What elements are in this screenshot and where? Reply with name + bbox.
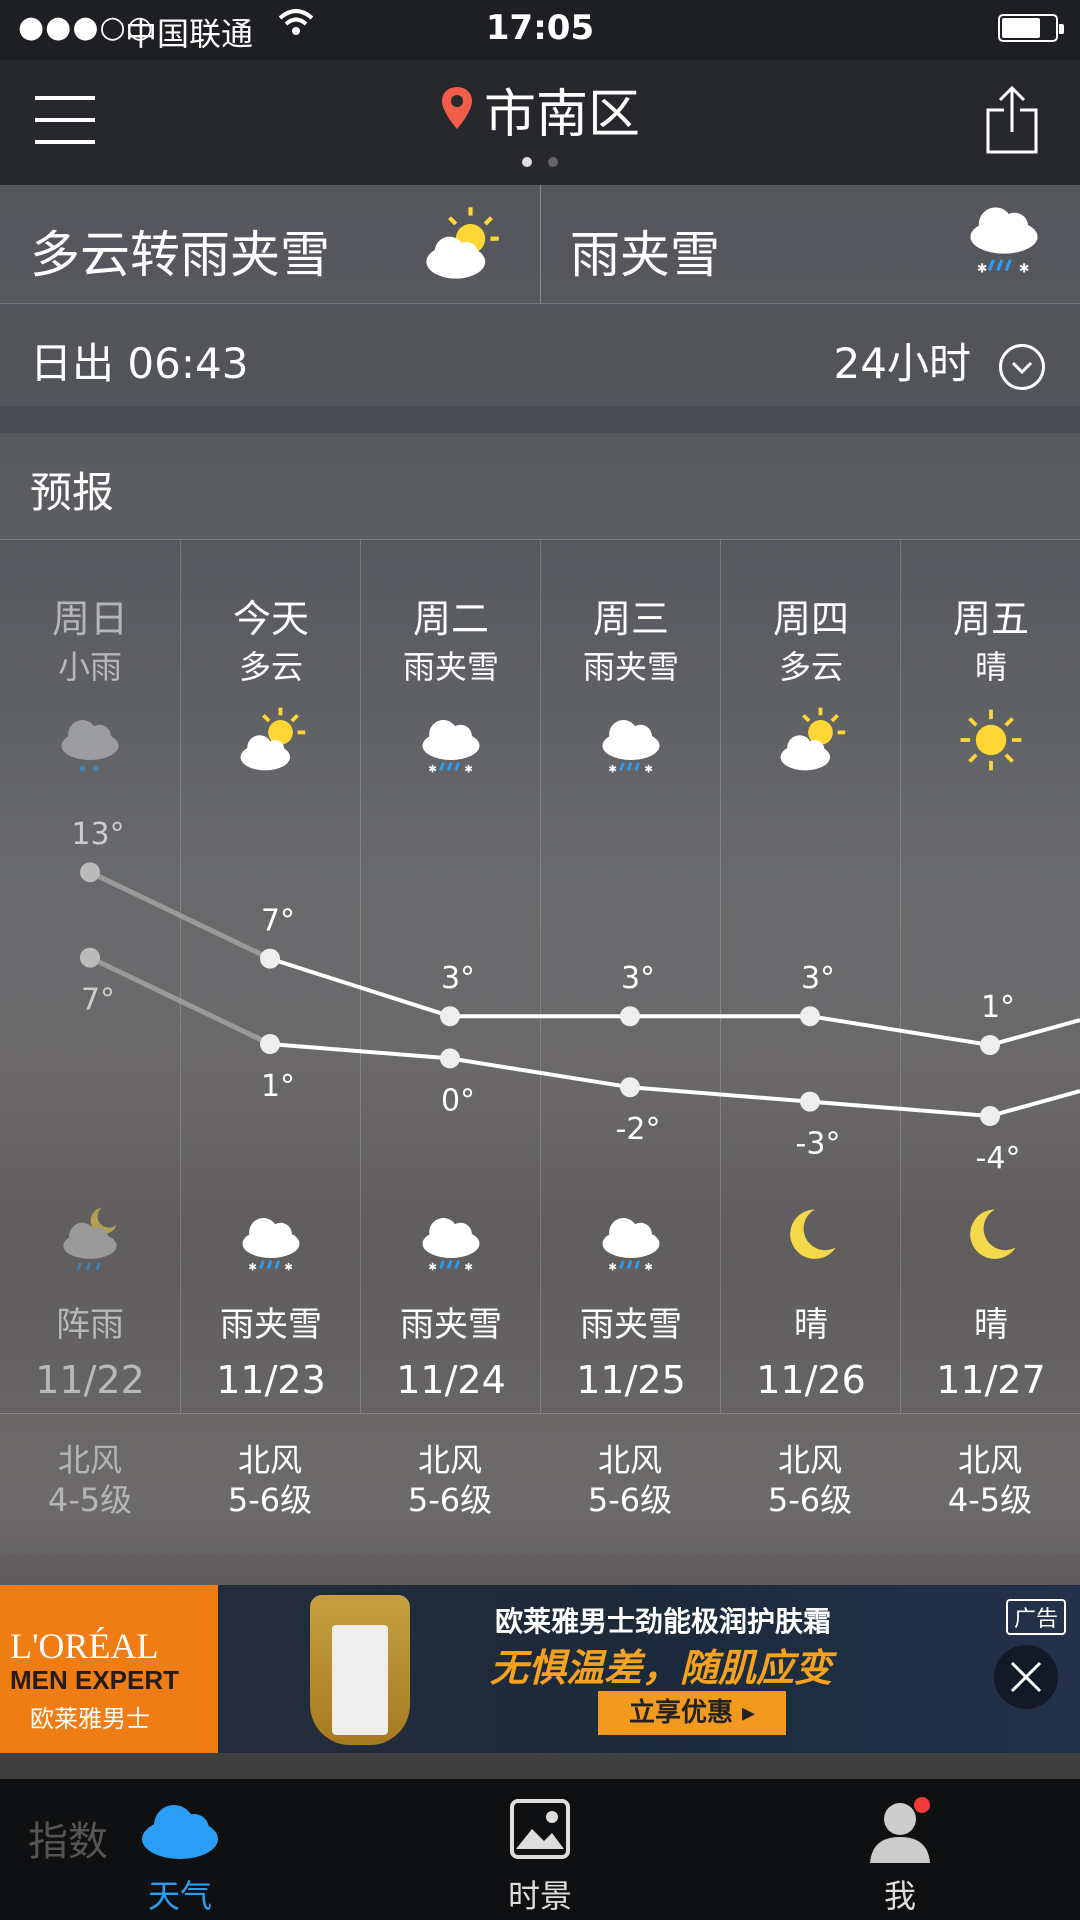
tab-scenes-label: 时景: [507, 1877, 572, 1915]
close-icon: [1010, 1661, 1042, 1693]
city-selector[interactable]: 市南区: [0, 72, 1080, 147]
sunrise-label: 日出: [30, 339, 115, 388]
tab-scenes[interactable]: 时景: [440, 1779, 640, 1920]
wind-info: 北风 5-6级: [360, 1440, 540, 1520]
sunrise-info: 日出 06:43: [30, 330, 248, 391]
high-temp-line-point: [80, 862, 100, 883]
low-temp-label: 7°: [81, 983, 115, 1018]
wind-direction: 北风: [597, 1441, 662, 1479]
notification-dot: [914, 1797, 930, 1813]
tab-bar: 指数 天气 时景 我: [0, 1779, 1080, 1920]
low-temp-label: -4°: [976, 1141, 1021, 1176]
partly-cloudy-sun-icon: [418, 203, 502, 291]
tab-weather[interactable]: 天气: [80, 1779, 280, 1920]
wind-info: 北风 4-5级: [900, 1440, 1080, 1520]
ad-product-image: [310, 1595, 410, 1745]
status-bar: ●●●○○ 中国联通 17:05: [0, 0, 1080, 60]
high-temp-line-point: [800, 1006, 820, 1027]
share-icon: [986, 85, 1038, 154]
forecast-title: 预报: [30, 468, 115, 517]
high-temp-label: 7°: [261, 904, 295, 939]
svg-text:✱: ✱: [1019, 261, 1030, 276]
wind-level: 5-6级: [227, 1481, 313, 1519]
wind-level: 4-5级: [947, 1481, 1033, 1519]
high-temp-label: 1°: [981, 990, 1015, 1025]
sleet-icon: ✱ ✱: [962, 199, 1046, 287]
low-temp-label: 1°: [261, 1069, 295, 1104]
high-temp-label: 3°: [801, 961, 835, 996]
app-header: 市南区: [0, 60, 1080, 185]
high-temp-line-point: [980, 1035, 1000, 1055]
high-temp-line-point: [260, 948, 280, 969]
low-temp-line-point: [80, 947, 100, 968]
ad-brand-cn: 欧莱雅男士: [30, 1705, 150, 1733]
wind-info: 北风 4-5级: [0, 1440, 180, 1520]
ad-headline: 欧莱雅男士劲能极润护肤霜: [495, 1605, 832, 1638]
wind-level: 5-6级: [767, 1481, 853, 1519]
today-condition: 多云转雨夹雪: [30, 226, 330, 284]
today-tomorrow-summary[interactable]: 多云转雨夹雪 雨夹雪 ✱ ✱: [0, 185, 1080, 304]
high-temp-label: 3°: [621, 961, 655, 996]
ad-label: 广告: [1005, 1599, 1066, 1635]
wind-direction: 北风: [777, 1441, 842, 1479]
wind-info: 北风 5-6级: [540, 1440, 720, 1520]
wind-info: 北风 5-6级: [180, 1440, 360, 1520]
ad-brand-block: L'ORÉAL MEN EXPERT 欧莱雅男士: [0, 1585, 218, 1753]
share-button[interactable]: [984, 84, 1040, 160]
ad-cta-button[interactable]: 立享优惠 ▸: [598, 1691, 786, 1735]
page-indicator: [0, 152, 1080, 171]
high-temp-line-past-segment: [88, 869, 272, 961]
hourly-toggle-label: 24小时: [833, 339, 971, 388]
page-dot: [548, 157, 558, 167]
high-temp-label: 13°: [71, 817, 124, 852]
low-temp-line-point: [980, 1106, 1000, 1126]
low-temp-line-point: [260, 1034, 280, 1054]
photo-icon: [510, 1799, 570, 1859]
wind-direction: 北风: [57, 1441, 122, 1479]
low-temp-line-point: [800, 1091, 820, 1112]
sunrise-time: 06:43: [127, 339, 249, 388]
location-pin-icon: [440, 85, 474, 135]
svg-text:✱: ✱: [977, 261, 988, 276]
wind-direction: 北风: [957, 1441, 1022, 1479]
ad-brand-sub: MEN EXPERT: [10, 1665, 180, 1695]
wind-level: 5-6级: [587, 1481, 673, 1519]
wind-info: 北风 5-6级: [720, 1440, 900, 1520]
tab-me-label: 我: [883, 1877, 916, 1915]
battery-icon: [998, 14, 1064, 42]
ad-slogan: 无惧温差，随肌应变: [490, 1646, 833, 1690]
wind-level: 4-5级: [47, 1481, 133, 1519]
high-temp-line-point: [620, 1006, 640, 1027]
low-temp-line-point: [620, 1077, 640, 1098]
tomorrow-condition: 雨夹雪: [570, 226, 720, 284]
sunrise-row: 日出 06:43 24小时: [0, 304, 1080, 406]
low-temp-label: -2°: [616, 1112, 661, 1147]
clock: 17:05: [485, 8, 595, 48]
low-temp-label: -3°: [796, 1127, 841, 1162]
forecast-header: 预报: [0, 433, 1080, 540]
city-name: 市南区: [483, 85, 640, 145]
hourly-toggle-button[interactable]: 24小时: [834, 330, 1045, 391]
page-dot-active: [522, 157, 532, 167]
wind-direction: 北风: [237, 1441, 302, 1479]
low-temp-line-past-segment: [88, 955, 272, 1047]
user-icon: [870, 1797, 930, 1863]
ad-close-button[interactable]: [994, 1645, 1058, 1709]
high-temp-line-point: [440, 1006, 460, 1027]
ad-brand-logo: L'ORÉAL: [10, 1626, 159, 1666]
ad-banner[interactable]: L'ORÉAL MEN EXPERT 欧莱雅男士 欧莱雅男士劲能极润护肤霜 无惧…: [0, 1585, 1080, 1753]
high-temp-line: [89, 870, 1080, 1048]
low-temp-label: 0°: [441, 1083, 475, 1118]
cloud-icon: [142, 1805, 218, 1859]
high-temp-label: 3°: [441, 961, 475, 996]
chevron-down-icon: [999, 343, 1045, 390]
tab-me[interactable]: 我: [800, 1779, 1000, 1920]
low-temp-line-point: [440, 1048, 460, 1069]
temperature-chart: 13° 7° 7° 1° 3° 0° 3° -2° 3° -3° 1° -4°: [71, 817, 1080, 1176]
tab-weather-label: 天气: [147, 1877, 212, 1915]
wind-direction: 北风: [417, 1441, 482, 1479]
wind-level: 5-6级: [407, 1481, 493, 1519]
